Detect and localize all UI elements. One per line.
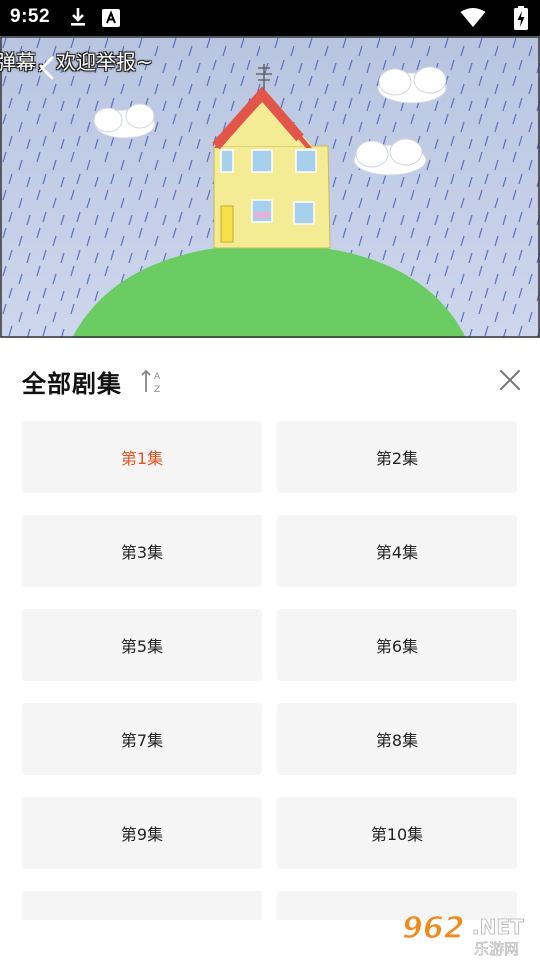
download-icon <box>71 8 85 26</box>
status-bar: 9:52 <box>0 0 540 36</box>
close-icon[interactable] <box>498 368 522 392</box>
episode-button-7[interactable]: 第7集 <box>22 703 262 775</box>
danmaku-comment: 弹幕，欢迎举报~ <box>0 50 153 74</box>
sort-az-icon[interactable]: A Z <box>140 368 164 394</box>
episode-button-5[interactable]: 第5集 <box>22 609 262 681</box>
episode-button-1[interactable]: 第1集 <box>22 421 262 493</box>
episode-button-9[interactable]: 第9集 <box>22 797 262 869</box>
svg-text:962: 962 <box>402 911 465 946</box>
battery-charging-icon <box>514 6 528 30</box>
episode-button-2[interactable]: 第2集 <box>277 421 517 493</box>
video-player[interactable]: 弹幕，欢迎举报~ <box>0 36 540 338</box>
status-time: 9:52 <box>10 6 51 27</box>
video-frame-image <box>0 36 540 338</box>
font-a-icon <box>102 9 120 27</box>
svg-text:.NET: .NET <box>472 915 524 939</box>
episode-button-4[interactable]: 第4集 <box>277 515 517 587</box>
episode-button-3[interactable]: 第3集 <box>22 515 262 587</box>
episode-button-6[interactable]: 第6集 <box>277 609 517 681</box>
episode-button-8[interactable]: 第8集 <box>277 703 517 775</box>
wifi-icon <box>460 8 486 27</box>
episode-panel: 全部剧集 A Z 第1集 第2集 第3集 第4集 第5集 第6集 第7集 第8集 第9集 第10集… <box>0 338 540 960</box>
svg-text:A: A <box>154 372 161 382</box>
back-icon[interactable] <box>34 54 62 82</box>
svg-text:Z: Z <box>154 385 160 394</box>
svg-text:乐游网: 乐游网 <box>474 940 519 958</box>
episode-button-10[interactable]: 第10集 <box>277 797 517 869</box>
panel-title: 全部剧集 <box>22 370 122 398</box>
site-watermark-logo: 962 .NET 乐游网 <box>401 910 524 958</box>
